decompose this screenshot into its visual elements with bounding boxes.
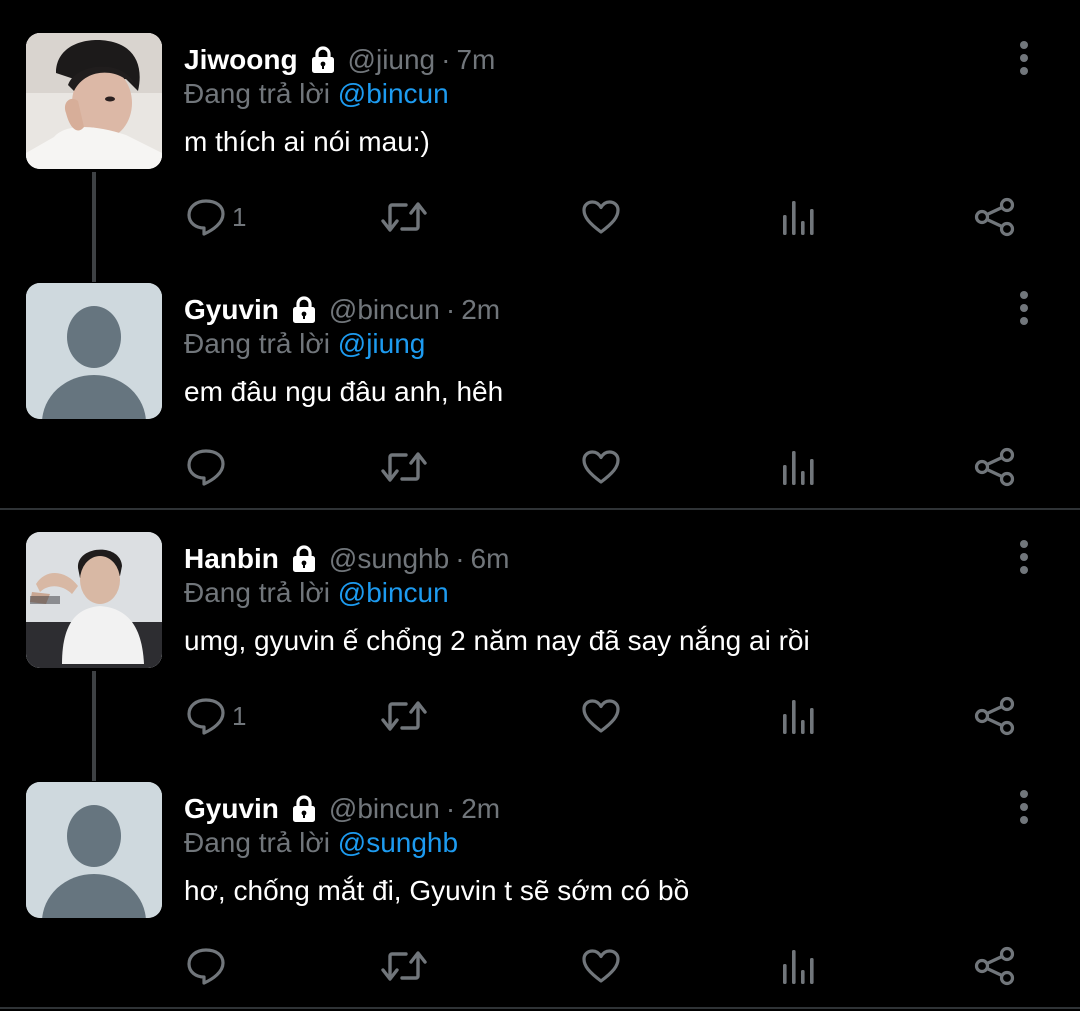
lock-icon bbox=[289, 295, 319, 325]
lock-icon bbox=[289, 544, 319, 574]
views-icon bbox=[780, 197, 816, 237]
avatar[interactable] bbox=[26, 532, 162, 668]
separator: · bbox=[455, 543, 465, 574]
action-bar bbox=[0, 944, 1080, 992]
share-button[interactable] bbox=[973, 944, 1017, 988]
retweet-button[interactable] bbox=[380, 195, 428, 239]
avatar[interactable] bbox=[26, 782, 162, 918]
tweet-header: Gyuvin @bincun · 2m bbox=[184, 290, 500, 330]
action-bar: 1 bbox=[0, 195, 1080, 243]
timestamp[interactable]: 2m bbox=[461, 294, 500, 326]
like-icon bbox=[581, 698, 621, 734]
avatar[interactable] bbox=[26, 33, 162, 169]
share-button[interactable] bbox=[973, 445, 1017, 489]
replying-to-label: Đang trả lời bbox=[184, 328, 330, 359]
share-icon bbox=[973, 946, 1017, 986]
replying-to: Đang trả lời @jiung bbox=[184, 328, 425, 360]
mention-link[interactable]: @sunghb bbox=[338, 827, 458, 858]
reply-button[interactable] bbox=[186, 445, 232, 489]
mention-link[interactable]: @bincun bbox=[338, 78, 449, 109]
user-handle[interactable]: @jiung bbox=[348, 44, 436, 76]
separator: · bbox=[445, 294, 456, 325]
like-icon bbox=[581, 449, 621, 485]
display-name[interactable]: Jiwoong bbox=[184, 44, 298, 76]
tweet-text: hơ, chống mắt đi, Gyuvin t sẽ sớm có bồ bbox=[184, 875, 690, 906]
lock-icon bbox=[308, 45, 338, 75]
reply-button[interactable]: 1 bbox=[186, 195, 246, 239]
tweet-text: m thích ai nói mau:) bbox=[184, 126, 430, 157]
tweet-text: em đâu ngu đâu anh, hêh bbox=[184, 376, 504, 407]
replying-to: Đang trả lời @bincun bbox=[184, 78, 449, 110]
reply-icon bbox=[186, 946, 226, 986]
action-bar bbox=[0, 445, 1080, 493]
user-handle[interactable]: @bincun bbox=[329, 793, 440, 825]
retweet-button[interactable] bbox=[380, 694, 428, 738]
display-name[interactable]: Hanbin bbox=[184, 543, 279, 575]
more-vertical-icon[interactable] bbox=[1012, 539, 1036, 575]
share-icon bbox=[973, 447, 1017, 487]
tweet[interactable]: Gyuvin @bincun · 2m Đang trả lời @jiung … bbox=[0, 250, 1080, 500]
share-button[interactable] bbox=[973, 694, 1017, 738]
like-icon bbox=[581, 199, 621, 235]
replying-to-label: Đang trả lời bbox=[184, 827, 330, 858]
tweet[interactable]: Hanbin @sunghb · 6m Đang trả lời @bincun… bbox=[0, 499, 1080, 781]
views-button[interactable] bbox=[780, 694, 816, 738]
reply-icon bbox=[186, 696, 226, 736]
tweet-header: Jiwoong @jiung · 7m bbox=[184, 40, 495, 80]
share-icon bbox=[973, 696, 1017, 736]
tweet-header: Gyuvin @bincun · 2m bbox=[184, 789, 500, 829]
retweet-icon bbox=[380, 696, 428, 736]
tweet-text: umg, gyuvin ế chổng 2 năm nay đã say nắn… bbox=[184, 625, 810, 656]
separator: · bbox=[441, 44, 451, 75]
more-vertical-icon[interactable] bbox=[1012, 789, 1036, 825]
user-handle[interactable]: @bincun bbox=[329, 294, 440, 326]
timestamp[interactable]: 6m bbox=[471, 543, 510, 575]
timestamp[interactable]: 7m bbox=[456, 44, 495, 76]
views-icon bbox=[780, 447, 816, 487]
like-button[interactable] bbox=[581, 694, 621, 738]
views-icon bbox=[780, 946, 816, 986]
mention-link[interactable]: @bincun bbox=[338, 577, 449, 608]
display-name[interactable]: Gyuvin bbox=[184, 294, 279, 326]
reply-button[interactable]: 1 bbox=[186, 694, 246, 738]
retweet-icon bbox=[380, 197, 428, 237]
replying-to: Đang trả lời @sunghb bbox=[184, 827, 458, 859]
more-vertical-icon[interactable] bbox=[1012, 290, 1036, 326]
separator: · bbox=[445, 793, 456, 824]
retweet-icon bbox=[380, 946, 428, 986]
lock-icon bbox=[289, 794, 319, 824]
replying-to: Đang trả lời @bincun bbox=[184, 577, 449, 609]
retweet-button[interactable] bbox=[380, 445, 428, 489]
views-button[interactable] bbox=[780, 944, 816, 988]
display-name[interactable]: Gyuvin bbox=[184, 793, 279, 825]
like-button[interactable] bbox=[581, 445, 621, 489]
avatar[interactable] bbox=[26, 283, 162, 419]
share-icon bbox=[973, 197, 1017, 237]
bottom-divider bbox=[0, 1007, 1080, 1009]
reply-count: 1 bbox=[232, 201, 247, 232]
reply-count: 1 bbox=[232, 700, 247, 731]
like-button[interactable] bbox=[581, 944, 621, 988]
retweet-icon bbox=[380, 447, 428, 487]
tweet-header: Hanbin @sunghb · 6m bbox=[184, 539, 509, 579]
like-icon bbox=[581, 948, 621, 984]
views-button[interactable] bbox=[780, 445, 816, 489]
views-button[interactable] bbox=[780, 195, 816, 239]
action-bar: 1 bbox=[0, 694, 1080, 742]
mention-link[interactable]: @jiung bbox=[338, 328, 426, 359]
replying-to-label: Đang trả lời bbox=[184, 577, 330, 608]
retweet-button[interactable] bbox=[380, 944, 428, 988]
user-handle[interactable]: @sunghb bbox=[329, 543, 449, 575]
reply-icon bbox=[186, 197, 226, 237]
like-button[interactable] bbox=[581, 195, 621, 239]
tweet[interactable]: Gyuvin @bincun · 2m Đang trả lời @sunghb… bbox=[0, 749, 1080, 999]
more-vertical-icon[interactable] bbox=[1012, 40, 1036, 76]
reply-button[interactable] bbox=[186, 944, 232, 988]
views-icon bbox=[780, 696, 816, 736]
tweet[interactable]: Jiwoong @jiung · 7m Đang trả lời @bincun… bbox=[0, 0, 1080, 282]
reply-icon bbox=[186, 447, 226, 487]
timestamp[interactable]: 2m bbox=[461, 793, 500, 825]
share-button[interactable] bbox=[973, 195, 1017, 239]
replying-to-label: Đang trả lời bbox=[184, 78, 330, 109]
